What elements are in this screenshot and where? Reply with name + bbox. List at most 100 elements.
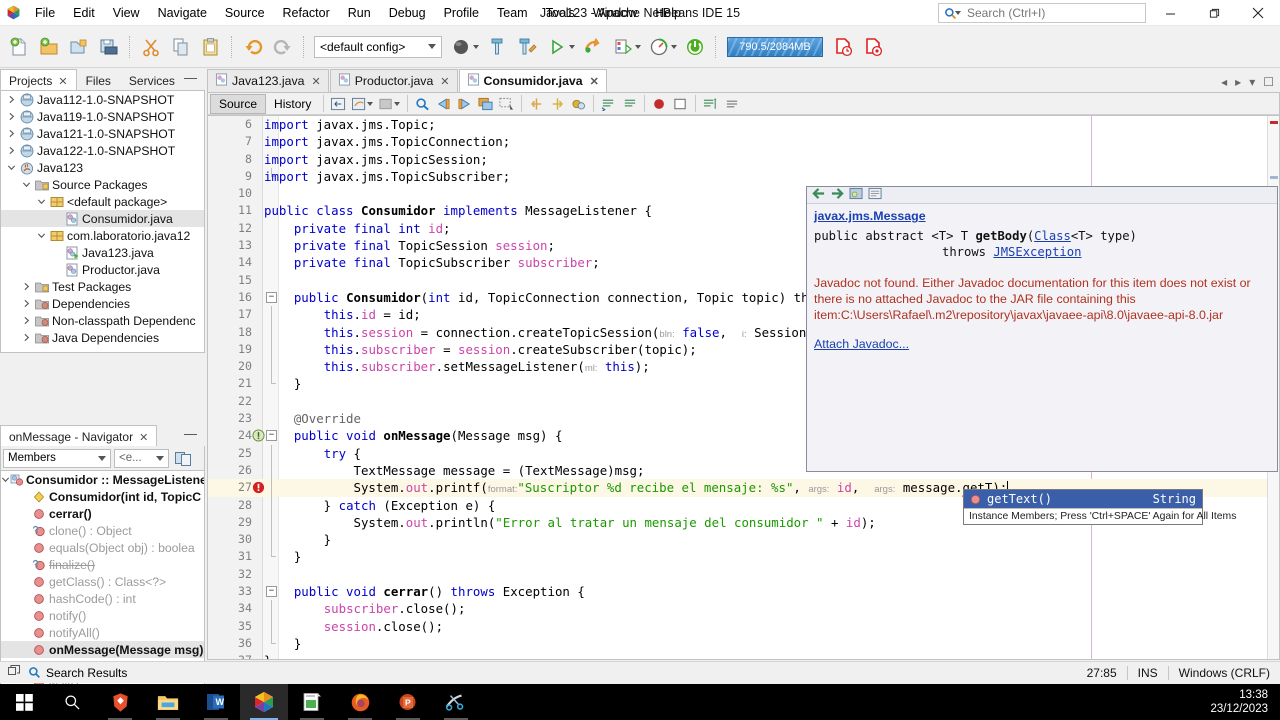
navigator-member-item[interactable]: cerrar()	[1, 505, 204, 522]
chevron-down-icon[interactable]	[20, 176, 33, 193]
menu-run[interactable]: Run	[339, 2, 380, 24]
taskbar-snip-button[interactable]	[432, 684, 480, 720]
previous-occurrence-icon[interactable]	[433, 94, 454, 114]
tab-services[interactable]: Services	[120, 69, 184, 90]
project-tree-item[interactable]: Java121-1.0-SNAPSHOT	[1, 125, 204, 142]
code-line[interactable]: 35 session.close();	[208, 617, 1279, 635]
chevron-down-icon[interactable]	[35, 227, 48, 244]
save-all-button[interactable]	[94, 30, 124, 64]
chevron-down-icon[interactable]	[394, 101, 401, 106]
debug-project-button[interactable]	[578, 30, 608, 64]
toggle-breakpoint-icon[interactable]	[649, 94, 670, 114]
maximize-button[interactable]	[1192, 0, 1236, 26]
menu-file[interactable]: File	[26, 2, 64, 24]
javadoc-param-type-link[interactable]: Class	[1034, 229, 1071, 243]
menu-refactor[interactable]: Refactor	[274, 2, 339, 24]
start-macro-recording-icon[interactable]	[568, 94, 589, 114]
open-in-external-browser-icon[interactable]	[868, 187, 883, 203]
javadoc-popup[interactable]: javax.jms.Message public abstract <T> T …	[806, 186, 1278, 472]
build-project-button[interactable]	[482, 30, 512, 64]
taskbar-firefox-button[interactable]	[336, 684, 384, 720]
history-view-button[interactable]: History	[266, 95, 319, 113]
navigator-member-item[interactable]: Consumidor(int id, TopicC	[1, 488, 204, 505]
menu-navigate[interactable]: Navigate	[149, 2, 216, 24]
annotation-stripe-mark[interactable]	[1270, 176, 1278, 179]
menu-edit[interactable]: Edit	[64, 2, 104, 24]
taskbar-excel-button[interactable]	[288, 684, 336, 720]
menu-profile[interactable]: Profile	[435, 2, 488, 24]
code-line[interactable]: 9 import javax.jms.TopicSubscriber;	[208, 167, 1279, 185]
javadoc-throws-type-link[interactable]: JMSException	[993, 245, 1081, 259]
last-edit-icon[interactable]	[328, 94, 349, 114]
code-line[interactable]: 8 import javax.jms.TopicSession;	[208, 151, 1279, 168]
chevron-right-icon[interactable]	[5, 142, 18, 159]
profile-project-button[interactable]	[608, 30, 638, 64]
memory-gauge[interactable]: 790.5/2084MB	[727, 36, 823, 57]
search-input[interactable]: Search (Ctrl+I)	[938, 3, 1146, 23]
show-documentation-icon[interactable]	[849, 187, 864, 203]
project-tree-item[interactable]: Non-classpath Dependenc	[1, 312, 204, 329]
platform-button[interactable]	[446, 30, 476, 64]
code-line[interactable]: 30 }	[208, 531, 1279, 549]
notifications-button[interactable]	[828, 30, 858, 64]
platform-dropdown-caret-icon[interactable]	[473, 44, 479, 49]
editor-tab-java123[interactable]: Java123.java ✕	[207, 69, 329, 92]
menu-source[interactable]: Source	[216, 2, 274, 24]
code-completion-popup[interactable]: getText() String Instance Members; Press…	[963, 489, 1236, 525]
insert-mode-indicator[interactable]: INS	[1128, 666, 1168, 680]
code-line[interactable]: 36 }	[208, 634, 1279, 652]
chevron-right-icon[interactable]	[20, 295, 33, 312]
toggle-rect-selection-icon[interactable]	[475, 94, 496, 114]
project-config-combo[interactable]: <default config>	[314, 35, 442, 58]
menu-tools[interactable]: Tools	[537, 2, 584, 24]
navigator-filter-combo[interactable]: <e...	[114, 448, 169, 468]
taskbar-netbeans-button[interactable]	[240, 684, 288, 720]
project-tree-item[interactable]: Consumidor.java	[1, 210, 204, 227]
navigator-scope-combo[interactable]: Members	[3, 448, 111, 468]
editor-tab-consumidor[interactable]: Consumidor.java ✕	[458, 69, 607, 92]
taskbar-word-button[interactable]: W	[192, 684, 240, 720]
navigator-member-item[interactable]: hashCode() : int	[1, 590, 204, 607]
tab-projects[interactable]: Projects ✕	[0, 69, 77, 90]
close-icon[interactable]: ✕	[440, 75, 449, 88]
navigator-member-item[interactable]: getClass() : Class<?>	[1, 573, 204, 590]
test-dropdown-caret-icon[interactable]	[671, 44, 677, 49]
ide-status-button[interactable]	[858, 30, 888, 64]
project-tree-item[interactable]: Java123	[1, 159, 204, 176]
comment-icon[interactable]	[598, 94, 619, 114]
navigator-member-item[interactable]: Consumidor :: MessageListene	[1, 471, 204, 488]
project-tree-item[interactable]: Source Packages	[1, 176, 204, 193]
code-line[interactable]: 6 import javax.jms.Topic;	[208, 116, 1279, 133]
scroll-tabs-left-icon[interactable]: ◂	[1218, 75, 1230, 89]
chevron-down-icon[interactable]	[1, 471, 10, 488]
project-tree-item[interactable]: Java123.java	[1, 244, 204, 261]
project-tree-item[interactable]: <default package>	[1, 193, 204, 210]
project-tree-item[interactable]: Test Packages	[1, 278, 204, 295]
navigator-member-item[interactable]: finalize()	[1, 556, 204, 573]
chevron-right-icon[interactable]	[5, 125, 18, 142]
minimize-button[interactable]	[1148, 0, 1192, 26]
new-project-button[interactable]	[34, 30, 64, 64]
error-stripe-mark[interactable]	[1270, 121, 1278, 124]
line-ending-indicator[interactable]: Windows (CRLF)	[1169, 666, 1280, 680]
profile-dropdown-caret-icon[interactable]	[635, 44, 641, 49]
editor-tab-productor[interactable]: Productor.java ✕	[329, 69, 458, 92]
run-project-button[interactable]	[542, 30, 572, 64]
tab-list-icon[interactable]: ▾	[1246, 75, 1258, 89]
toggle-highlight-icon[interactable]	[496, 94, 517, 114]
minimize-icon[interactable]: —	[184, 426, 205, 446]
back-arrow-icon[interactable]	[811, 187, 826, 203]
source-view-button[interactable]: Source	[210, 93, 267, 114]
clean-build-button[interactable]	[512, 30, 542, 64]
project-tree-item[interactable]: Java112-1.0-SNAPSHOT	[1, 91, 204, 108]
paste-button[interactable]	[196, 30, 226, 64]
navigator-member-item[interactable]: equals(Object obj) : boolea	[1, 539, 204, 556]
navigator-member-item[interactable]: notifyAll()	[1, 624, 204, 641]
close-icon[interactable]: ✕	[311, 75, 320, 88]
chevron-right-icon[interactable]	[20, 329, 33, 346]
close-icon[interactable]: ✕	[139, 431, 148, 444]
taskbar-file-explorer-button[interactable]	[144, 684, 192, 720]
menu-team[interactable]: Team	[488, 2, 537, 24]
navigator-members-tree[interactable]: Consumidor :: MessageListene Consumidor(i…	[0, 470, 205, 688]
project-tree-item[interactable]: Java Dependencies	[1, 329, 204, 346]
